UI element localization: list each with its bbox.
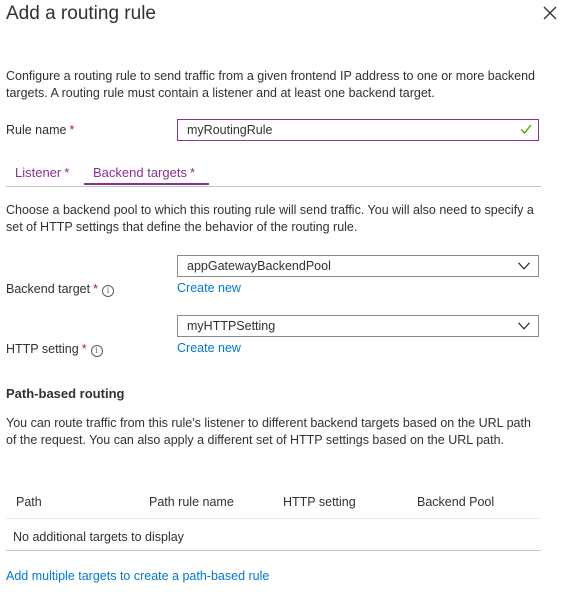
panel-title: Add a routing rule <box>6 3 156 24</box>
tab-backend-targets-label: Backend targets <box>93 165 187 180</box>
backend-target-label: Backend target * i <box>6 282 114 297</box>
chevron-down-icon <box>518 262 530 270</box>
http-setting-label: HTTP setting * i <box>6 342 103 357</box>
tab-listener-label: Listener <box>15 165 62 180</box>
table-empty-message: No additional targets to display <box>13 530 184 544</box>
required-marker: * <box>64 165 70 180</box>
http-setting-value: myHTTPSetting <box>187 319 276 333</box>
table-bottom-divider <box>6 550 541 551</box>
rule-name-value: myRoutingRule <box>187 123 273 137</box>
backend-description: Choose a backend pool to which this rout… <box>6 203 534 234</box>
backend-target-label-text: Backend target <box>6 282 91 296</box>
table-header-divider <box>6 518 541 519</box>
required-marker: * <box>69 123 75 137</box>
backend-target-dropdown[interactable]: appGatewayBackendPool <box>177 255 539 277</box>
backend-target-create-new-link[interactable]: Create new <box>177 281 241 295</box>
tabs-divider <box>6 186 541 187</box>
http-setting-label-text: HTTP setting <box>6 342 79 356</box>
info-icon[interactable]: i <box>90 345 103 357</box>
rule-name-label: Rule name * <box>6 123 74 137</box>
column-header-path: Path <box>16 495 42 509</box>
info-icon[interactable]: i <box>101 285 114 297</box>
rule-name-input[interactable]: myRoutingRule <box>177 119 539 141</box>
panel-description: Configure a routing rule to send traffic… <box>6 69 536 100</box>
checkmark-icon <box>520 124 532 134</box>
path-based-routing-heading: Path-based routing <box>6 386 125 401</box>
chevron-down-icon <box>518 322 530 330</box>
backend-target-value: appGatewayBackendPool <box>187 259 331 273</box>
column-header-path-rule-name: Path rule name <box>149 495 234 509</box>
column-header-backend-pool: Backend Pool <box>417 495 495 509</box>
selected-tab-indicator <box>84 183 209 185</box>
http-setting-dropdown[interactable]: myHTTPSetting <box>177 315 539 337</box>
rule-name-label-text: Rule name <box>6 123 67 137</box>
tab-listener[interactable]: Listener * <box>15 165 69 180</box>
add-multiple-targets-link[interactable]: Add multiple targets to create a path-ba… <box>6 569 269 583</box>
tab-backend-targets[interactable]: Backend targets * <box>93 165 195 180</box>
required-marker: * <box>93 282 98 296</box>
close-icon[interactable] <box>540 3 560 23</box>
path-based-routing-description: You can route traffic from this rule's l… <box>6 416 531 447</box>
required-marker: * <box>81 342 87 356</box>
column-header-http-setting: HTTP setting <box>283 495 356 509</box>
required-marker: * <box>189 165 196 180</box>
http-setting-create-new-link[interactable]: Create new <box>177 341 241 355</box>
